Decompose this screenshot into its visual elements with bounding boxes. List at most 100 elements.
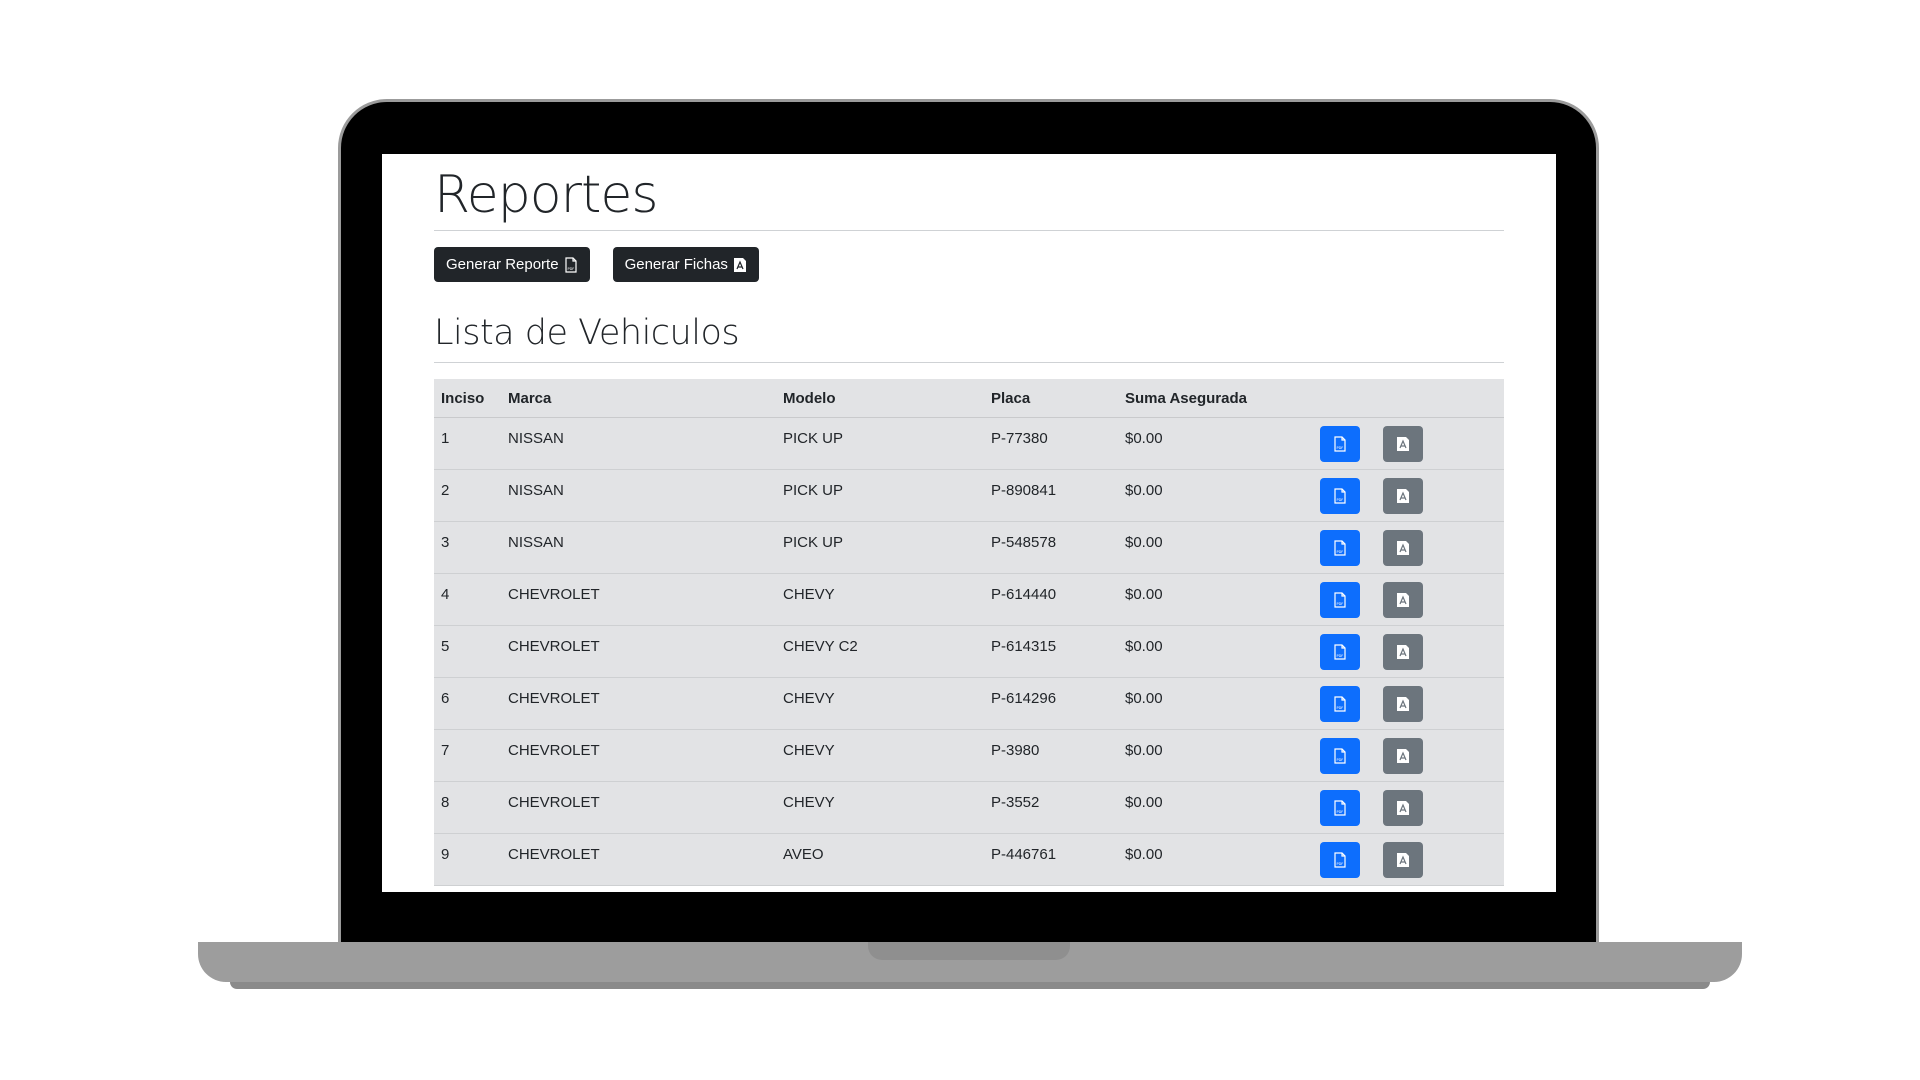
table-row: 7 CHEVROLET CHEVY P-3980 $0.00 PDF — [434, 729, 1504, 782]
cell-marca: CHEVROLET — [501, 677, 776, 730]
cell-inciso: 9 — [434, 833, 501, 886]
table-row: 3 NISSAN PICK UP P-548578 $0.00 PDF — [434, 521, 1504, 574]
cell-action-reporte: PDF — [1313, 833, 1376, 886]
page-content: Reportes Generar Reporte PDF Generar Fic… — [434, 154, 1504, 886]
row-ficha-button[interactable] — [1383, 634, 1423, 670]
cell-placa: P-3552 — [984, 781, 1118, 834]
file-pdf-icon: PDF — [1334, 488, 1346, 504]
action-buttons: Generar Reporte PDF Generar Fichas — [434, 247, 1504, 282]
svg-text:PDF: PDF — [1337, 498, 1344, 502]
row-ficha-button[interactable] — [1383, 738, 1423, 774]
cell-inciso: 6 — [434, 677, 501, 730]
cell-action-ficha — [1376, 625, 1504, 678]
acrobat-file-icon — [1397, 801, 1409, 815]
cell-modelo: PICK UP — [776, 417, 984, 470]
page-title: Reportes — [434, 165, 658, 225]
table-row: 5 CHEVROLET CHEVY C2 P-614315 $0.00 PDF — [434, 625, 1504, 678]
svg-text:PDF: PDF — [1337, 446, 1344, 450]
row-ficha-button[interactable] — [1383, 842, 1423, 878]
column-header-actions — [1313, 379, 1376, 418]
cell-action-reporte: PDF — [1313, 417, 1376, 470]
cell-action-ficha — [1376, 729, 1504, 782]
cell-placa: P-890841 — [984, 469, 1118, 522]
row-reporte-button[interactable]: PDF — [1320, 738, 1360, 774]
cell-placa: P-446761 — [984, 833, 1118, 886]
generar-fichas-button[interactable]: Generar Fichas — [612, 247, 759, 282]
cell-marca: CHEVROLET — [501, 833, 776, 886]
cell-action-ficha — [1376, 521, 1504, 574]
acrobat-file-icon — [1397, 697, 1409, 711]
table-row: 2 NISSAN PICK UP P-890841 $0.00 PDF — [434, 469, 1504, 522]
cell-inciso: 8 — [434, 781, 501, 834]
acrobat-file-icon — [1397, 489, 1409, 503]
cell-action-ficha — [1376, 677, 1504, 730]
file-pdf-icon: PDF — [1334, 800, 1346, 816]
file-pdf-icon: PDF — [1334, 436, 1346, 452]
row-ficha-button[interactable] — [1383, 582, 1423, 618]
cell-placa: P-614315 — [984, 625, 1118, 678]
svg-text:PDF: PDF — [1337, 706, 1344, 710]
cell-placa: P-614440 — [984, 573, 1118, 626]
cell-marca: NISSAN — [501, 521, 776, 574]
cell-modelo: AVEO — [776, 833, 984, 886]
cell-suma-asegurada: $0.00 — [1118, 469, 1313, 522]
cell-inciso: 3 — [434, 521, 501, 574]
cell-action-ficha — [1376, 781, 1504, 834]
row-reporte-button[interactable]: PDF — [1320, 686, 1360, 722]
svg-text:PDF: PDF — [1337, 810, 1344, 814]
file-pdf-icon: PDF — [1334, 592, 1346, 608]
cell-modelo: CHEVY — [776, 781, 984, 834]
cell-suma-asegurada: $0.00 — [1118, 677, 1313, 730]
column-header-modelo: Modelo — [776, 379, 984, 418]
cell-action-reporte: PDF — [1313, 729, 1376, 782]
table-row: 1 NISSAN PICK UP P-77380 $0.00 PDF — [434, 417, 1504, 470]
acrobat-file-icon — [1397, 541, 1409, 555]
generar-reporte-button[interactable]: Generar Reporte PDF — [434, 247, 590, 282]
row-ficha-button[interactable] — [1383, 530, 1423, 566]
divider — [434, 230, 1504, 231]
cell-inciso: 2 — [434, 469, 501, 522]
cell-modelo: CHEVY — [776, 677, 984, 730]
row-reporte-button[interactable]: PDF — [1320, 634, 1360, 670]
file-pdf-icon: PDF — [1334, 644, 1346, 660]
file-pdf-icon: PDF — [1334, 540, 1346, 556]
cell-action-ficha — [1376, 469, 1504, 522]
row-reporte-button[interactable]: PDF — [1320, 478, 1360, 514]
row-reporte-button[interactable]: PDF — [1320, 790, 1360, 826]
svg-text:PDF: PDF — [567, 267, 574, 271]
cell-inciso: 7 — [434, 729, 501, 782]
cell-suma-asegurada: $0.00 — [1118, 781, 1313, 834]
cell-marca: CHEVROLET — [501, 729, 776, 782]
cell-marca: CHEVROLET — [501, 781, 776, 834]
cell-action-ficha — [1376, 573, 1504, 626]
row-reporte-button[interactable]: PDF — [1320, 530, 1360, 566]
row-ficha-button[interactable] — [1383, 790, 1423, 826]
column-header-placa: Placa — [984, 379, 1118, 418]
row-reporte-button[interactable]: PDF — [1320, 842, 1360, 878]
acrobat-file-icon — [1397, 437, 1409, 451]
row-reporte-button[interactable]: PDF — [1320, 582, 1360, 618]
cell-inciso: 5 — [434, 625, 501, 678]
row-ficha-button[interactable] — [1383, 478, 1423, 514]
cell-placa: P-77380 — [984, 417, 1118, 470]
cell-action-ficha — [1376, 833, 1504, 886]
column-header-suma-asegurada: Suma Asegurada — [1118, 379, 1313, 418]
table-row: 9 CHEVROLET AVEO P-446761 $0.00 PDF — [434, 833, 1504, 886]
laptop-notch — [868, 942, 1070, 960]
cell-action-reporte: PDF — [1313, 677, 1376, 730]
table-row: 6 CHEVROLET CHEVY P-614296 $0.00 PDF — [434, 677, 1504, 730]
cell-modelo: CHEVY — [776, 573, 984, 626]
row-ficha-button[interactable] — [1383, 426, 1423, 462]
file-pdf-icon: PDF — [564, 256, 577, 273]
cell-action-reporte: PDF — [1313, 781, 1376, 834]
cell-suma-asegurada: $0.00 — [1118, 521, 1313, 574]
cell-placa: P-3980 — [984, 729, 1118, 782]
svg-text:PDF: PDF — [1337, 654, 1344, 658]
row-reporte-button[interactable]: PDF — [1320, 426, 1360, 462]
file-pdf-icon: PDF — [1334, 696, 1346, 712]
acrobat-file-icon — [1397, 749, 1409, 763]
cell-modelo: CHEVY C2 — [776, 625, 984, 678]
row-ficha-button[interactable] — [1383, 686, 1423, 722]
cell-suma-asegurada: $0.00 — [1118, 625, 1313, 678]
cell-suma-asegurada: $0.00 — [1118, 417, 1313, 470]
